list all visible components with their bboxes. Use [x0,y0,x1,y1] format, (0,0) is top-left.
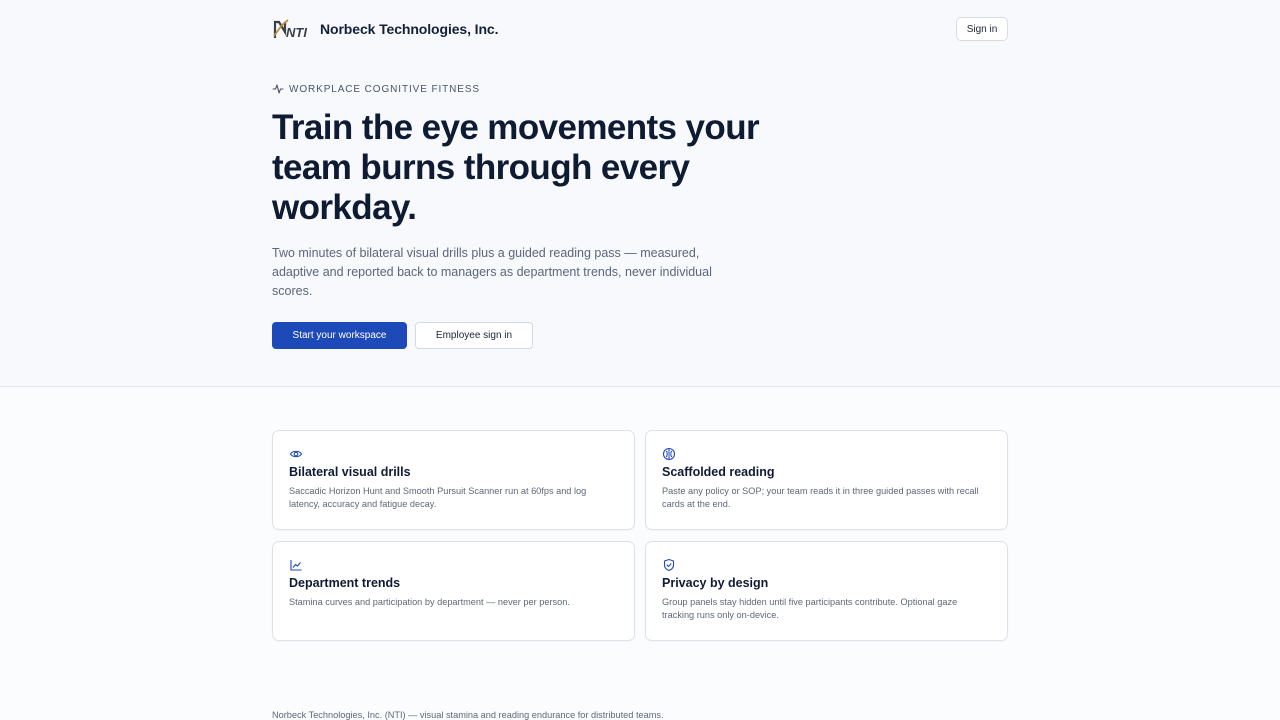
feature-card-scaffolded-reading: Scaffolded reading Paste any policy or S… [645,430,1008,530]
feature-card-department-trends: Department trends Stamina curves and par… [272,541,635,641]
hero-section: WORKPLACE COGNITIVE FITNESS Train the ey… [272,82,792,349]
hero-subtext: Two minutes of bilateral visual drills p… [272,246,712,298]
feature-description: Group panels stay hidden until five part… [662,597,958,620]
site-header: NTI Norbeck Technologies, Inc. Sign in [272,14,1008,44]
start-workspace-button[interactable]: Start your workspace [272,322,407,349]
logo-text: NTI [286,25,307,40]
brand-name: Norbeck Technologies, Inc. [320,21,499,37]
feature-description: Stamina curves and participation by depa… [289,597,570,607]
feature-title: Department trends [289,576,401,590]
activity-icon [272,84,284,94]
cta-group: Start your workspace Employee sign in [272,322,792,349]
nti-logo-icon: NTI [272,16,312,42]
footer-text: Norbeck Technologies, Inc. (NTI) — visua… [272,710,664,720]
feature-title: Privacy by design [662,576,769,590]
brain-icon [662,447,676,461]
sign-in-button[interactable]: Sign in [956,17,1008,41]
page-title: Train the eye movements your team burns … [272,108,760,227]
feature-description: Saccadic Horizon Hunt and Smooth Pursuit… [289,486,587,509]
feature-cards: Bilateral visual drills Saccadic Horizon… [272,430,1008,641]
feature-card-visual-drills: Bilateral visual drills Saccadic Horizon… [272,430,635,530]
employee-sign-in-button[interactable]: Employee sign in [415,322,533,349]
eyebrow: WORKPLACE COGNITIVE FITNESS [272,82,792,96]
feature-title: Scaffolded reading [662,465,775,479]
line-chart-icon [290,560,302,571]
feature-card-privacy: Privacy by design Group panels stay hidd… [645,541,1008,641]
feature-title: Bilateral visual drills [289,465,411,479]
brand[interactable]: NTI Norbeck Technologies, Inc. [272,16,499,42]
eye-icon [289,450,303,458]
shield-check-icon [663,558,675,572]
eyebrow-text: WORKPLACE COGNITIVE FITNESS [289,83,480,95]
feature-description: Paste any policy or SOP; your team reads… [662,486,979,509]
